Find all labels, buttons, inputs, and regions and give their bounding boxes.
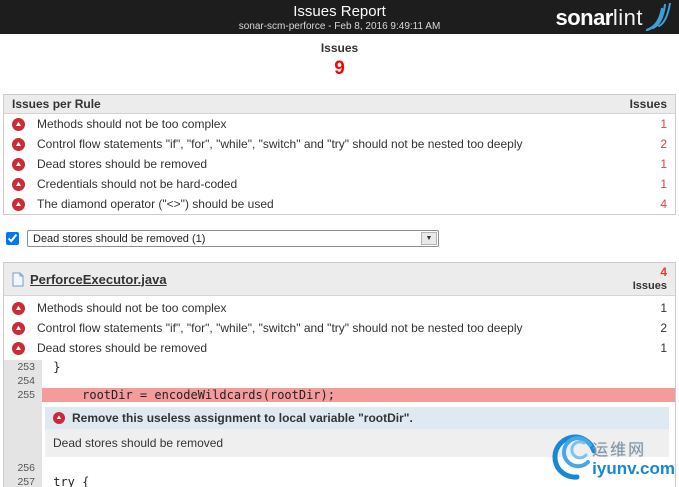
- rule-row[interactable]: Methods should not be too complex 1: [4, 298, 675, 318]
- critical-severity-icon: [12, 157, 25, 171]
- logo-text-light: lint: [612, 5, 643, 30]
- rule-count: 2: [660, 321, 667, 335]
- rule-label: Methods should not be too complex: [37, 301, 227, 315]
- line-number: 256: [4, 461, 42, 475]
- dropdown-arrow-icon[interactable]: [421, 232, 437, 245]
- sonarlint-logo: sonar lint: [555, 3, 671, 31]
- issues-summary: Issues 9: [0, 34, 679, 80]
- issue-message-text: Remove this useless assignment to local …: [72, 411, 413, 425]
- critical-severity-icon: [12, 177, 25, 191]
- critical-severity-icon: [53, 412, 65, 424]
- rule-count: 1: [660, 301, 667, 315]
- rule-count: 4: [660, 197, 667, 211]
- critical-severity-icon: [12, 117, 25, 131]
- rule-label: Control flow statements "if", "for", "wh…: [37, 137, 523, 151]
- rule-label: Dead stores should be removed: [37, 341, 208, 355]
- code-text: }: [46, 360, 61, 374]
- rule-count: 1: [660, 177, 667, 191]
- issues-per-rule-header: Issues per Rule Issues: [4, 95, 675, 114]
- critical-severity-icon: [12, 137, 25, 151]
- file-title: PerforceExecutor.java: [12, 272, 167, 287]
- watermark-site-text: iyunv.com: [592, 459, 675, 479]
- rule-label: The diamond operator ("<>") should be us…: [37, 197, 274, 211]
- critical-severity-icon: [12, 301, 25, 315]
- file-issue-count-label: Issues: [632, 279, 667, 292]
- iyunv-watermark-text: 运维网 iyunv.com: [592, 436, 675, 478]
- file-name-link[interactable]: PerforceExecutor.java: [30, 272, 167, 287]
- line-number: 255: [4, 388, 42, 402]
- code-line: 254: [4, 374, 675, 388]
- rule-filter-selected-option: Dead stores should be removed (1): [33, 232, 206, 245]
- rule-row[interactable]: Dead stores should be removed 1: [4, 154, 675, 174]
- issue-message-box: Remove this useless assignment to local …: [45, 407, 669, 429]
- line-number: 254: [4, 374, 42, 388]
- file-issue-count: 4 Issues: [632, 264, 667, 292]
- code-line-highlighted: 255 rootDir = encodeWildcards(rootDir);: [4, 388, 675, 402]
- rule-row[interactable]: The diamond operator ("<>") should be us…: [4, 194, 675, 214]
- rule-row[interactable]: Credentials should not be hard-coded 1: [4, 174, 675, 194]
- file-header: PerforceExecutor.java 4 Issues: [4, 263, 675, 296]
- critical-severity-icon: [12, 321, 25, 335]
- file-icon: [12, 272, 24, 286]
- rule-label: Credentials should not be hard-coded: [37, 177, 238, 191]
- code-text: rootDir = encodeWildcards(rootDir);: [42, 388, 675, 402]
- gutter-spacer: [4, 402, 42, 461]
- sonarlint-waves-icon: [645, 3, 671, 31]
- report-banner: Issues Report sonar-scm-perforce - Feb 8…: [0, 0, 679, 34]
- rule-row[interactable]: Control flow statements "if", "for", "wh…: [4, 134, 675, 154]
- logo-text-bold: sonar: [555, 5, 613, 30]
- issues-per-rule-table: Issues per Rule Issues Methods should no…: [3, 94, 676, 215]
- watermark-chinese-text: 运维网: [592, 442, 647, 460]
- iyunv-watermark: 运维网 iyunv.com: [550, 431, 675, 483]
- critical-severity-icon: [12, 197, 25, 211]
- file-rule-rows: Methods should not be too complex 1 Cont…: [4, 296, 675, 360]
- issues-summary-count: 9: [334, 58, 345, 79]
- rule-count: 1: [660, 157, 667, 171]
- critical-severity-icon: [12, 341, 25, 355]
- line-number: 253: [4, 360, 42, 374]
- rule-row[interactable]: Methods should not be too complex 1: [4, 114, 675, 134]
- rule-row[interactable]: Dead stores should be removed 1: [4, 338, 675, 358]
- rule-count: 1: [660, 117, 667, 131]
- code-line: 253 }: [4, 360, 675, 374]
- issues-per-rule-title: Issues per Rule: [12, 97, 101, 111]
- rule-count: 1: [660, 341, 667, 355]
- line-number: 257: [4, 475, 42, 487]
- rule-filter-bar: Dead stores should be removed (1): [6, 230, 679, 247]
- rule-filter-select[interactable]: Dead stores should be removed (1): [27, 230, 439, 247]
- issues-summary-label: Issues: [320, 41, 359, 55]
- rule-label: Control flow statements "if", "for", "wh…: [37, 321, 523, 335]
- rule-count: 2: [660, 137, 667, 151]
- rule-label: Methods should not be too complex: [37, 117, 227, 131]
- rule-filter-checkbox[interactable]: [6, 232, 19, 245]
- file-issue-count-number: 4: [660, 264, 667, 279]
- rule-label: Dead stores should be removed: [37, 157, 208, 171]
- rule-row[interactable]: Control flow statements "if", "for", "wh…: [4, 318, 675, 338]
- issues-column-header: Issues: [629, 97, 667, 111]
